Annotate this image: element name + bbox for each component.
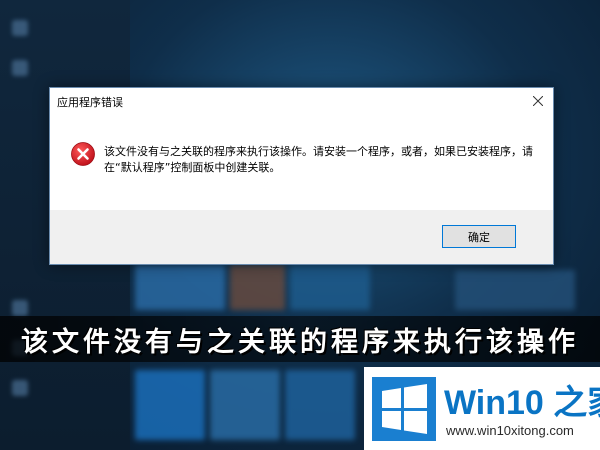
brand-name: Win10 之家 <box>444 384 600 422</box>
close-icon <box>533 96 543 106</box>
backdrop-icon <box>12 20 28 36</box>
backdrop-tile <box>230 265 285 310</box>
dialog-titlebar[interactable]: 应用程序错误 <box>50 88 553 114</box>
backdrop-tile <box>210 370 280 440</box>
windows-logo-icon <box>372 377 436 441</box>
error-icon <box>71 142 95 166</box>
backdrop-tile <box>290 265 370 310</box>
dialog-body: 该文件没有与之关联的程序来执行该操作。请安装一个程序，或者，如果已安装程序，请在… <box>50 114 553 211</box>
backdrop-tile <box>135 370 205 440</box>
backdrop-tile <box>455 270 575 310</box>
error-dialog: 应用程序错误 该文件没有与之关联的程序来执行该操作。请安装一个程序，或者，如果已… <box>49 87 554 265</box>
dialog-title: 应用程序错误 <box>57 96 123 109</box>
caption-text: 该文件没有与之关联的程序来执行该操作 <box>21 326 579 358</box>
backdrop-icon <box>12 300 28 316</box>
ok-button[interactable]: 确定 <box>442 225 516 248</box>
backdrop-tile <box>135 265 225 310</box>
close-button[interactable] <box>523 88 553 114</box>
backdrop-icon <box>12 380 28 396</box>
backdrop-tile <box>285 370 355 440</box>
dialog-footer: 确定 <box>50 210 553 264</box>
error-message: 该文件没有与之关联的程序来执行该操作。请安装一个程序，或者，如果已安装程序，请在… <box>104 145 533 174</box>
brand-url: www.win10xitong.com <box>446 423 574 438</box>
backdrop-icon <box>12 60 28 76</box>
brand-badge: Win10 之家 www.win10xitong.com <box>364 367 600 450</box>
caption-banner: 该文件没有与之关联的程序来执行该操作 <box>0 316 600 362</box>
